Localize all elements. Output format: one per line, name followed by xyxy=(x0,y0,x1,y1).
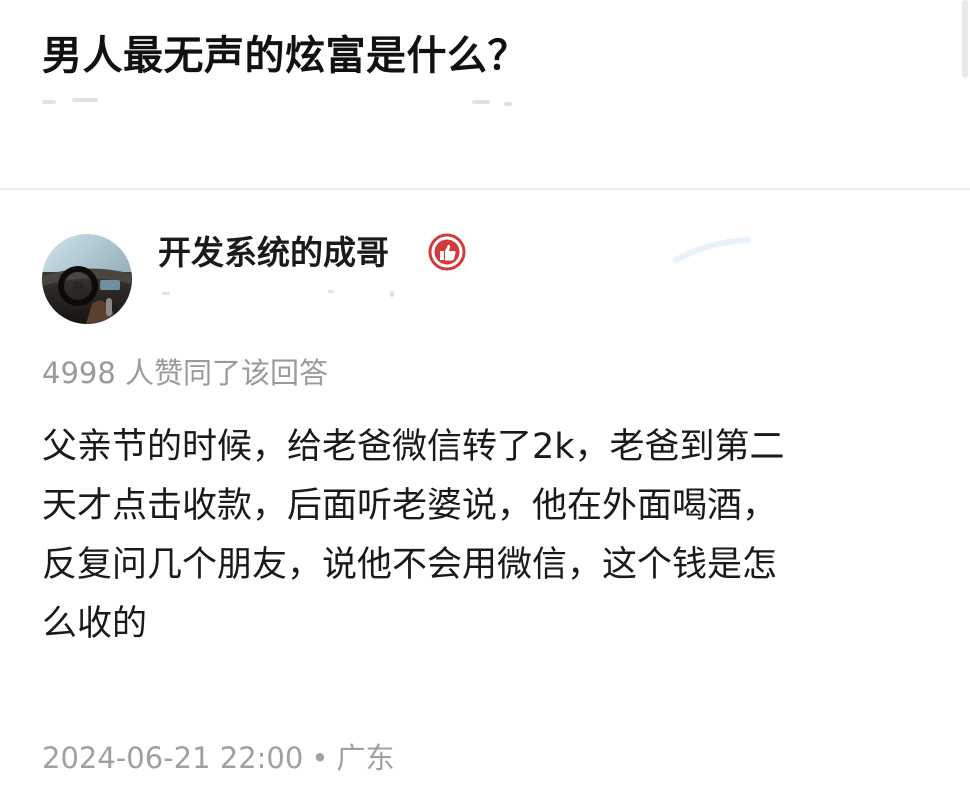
answer-content[interactable]: 父亲节的时候，给老爸微信转了2k，老爸到第二 天才点击收款，后面听老婆说，他在外… xyxy=(42,418,932,654)
faded-subtitle xyxy=(42,98,522,108)
answer-line: 么收的 xyxy=(42,604,148,644)
timestamp: 2024-06-21 22:00 xyxy=(42,741,304,775)
answer-line: 反复问几个朋友，说他不会用微信，这个钱是怎 xyxy=(42,545,778,585)
thumbs-up-badge-icon xyxy=(428,233,466,271)
author-avatar[interactable] xyxy=(42,234,132,324)
scrollbar[interactable] xyxy=(962,0,968,78)
car-interior-avatar-icon xyxy=(42,234,132,324)
vote-count: 4998 人赞同了该回答 xyxy=(42,356,329,390)
author-name[interactable]: 开发系统的成哥 xyxy=(158,228,389,278)
section-divider xyxy=(0,188,970,190)
meta-separator: • xyxy=(311,741,329,775)
question-title[interactable]: 男人最无声的炫富是什么？ xyxy=(42,26,528,86)
answer-line: 父亲节的时候，给老爸微信转了2k，老爸到第二 xyxy=(42,427,785,467)
answer-meta: 2024-06-21 22:00 • 广东 xyxy=(42,736,394,780)
location: 广东 xyxy=(336,741,395,775)
answer-line: 天才点击收款，后面听老婆说，他在外面喝酒， xyxy=(42,486,778,526)
author-subtitle-faded xyxy=(158,288,418,300)
decorative-swoosh xyxy=(672,236,752,264)
